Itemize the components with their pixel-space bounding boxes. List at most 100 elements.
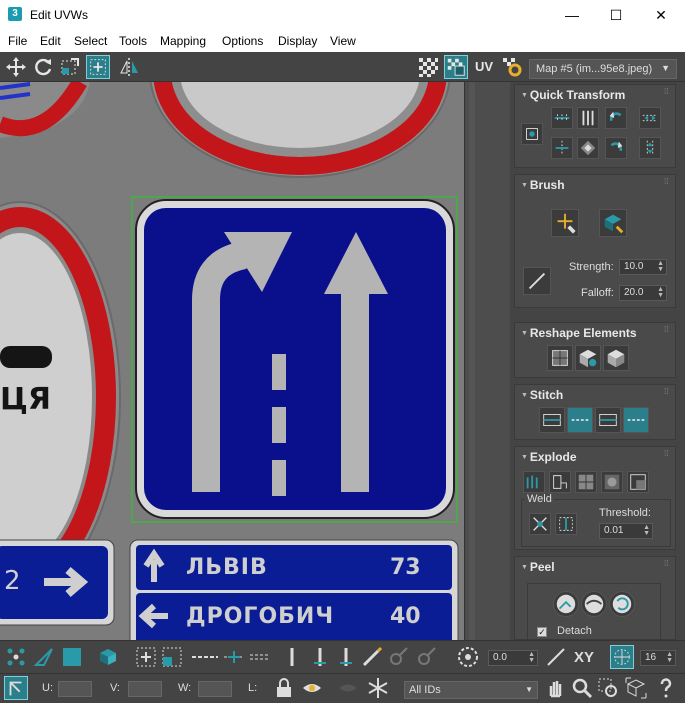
scale-icon[interactable] <box>58 55 82 79</box>
zoom-icon[interactable] <box>570 676 594 700</box>
falloff-spinner[interactable]: 20.0 ▲ ▼ <box>619 285 667 301</box>
paint-shrink-icon[interactable] <box>414 645 438 669</box>
paint-grow-icon[interactable] <box>386 645 410 669</box>
menu-edit[interactable]: Edit <box>40 34 61 48</box>
spinner-arrows-icon[interactable]: ▲ ▼ <box>528 651 535 664</box>
soft-selection-icon[interactable] <box>456 645 480 669</box>
menu-tools[interactable]: Tools <box>119 34 147 48</box>
threshold-spinner[interactable]: 0.01 ▲ ▼ <box>599 523 653 539</box>
spinner-arrows-icon[interactable]: ▲ ▼ <box>643 524 650 537</box>
w-field[interactable] <box>198 681 232 697</box>
quick-peel-icon[interactable] <box>553 591 579 617</box>
absolute-mode-icon[interactable] <box>4 676 28 700</box>
strength-spinner[interactable]: 10.0 ▲ ▼ <box>619 259 667 275</box>
viewport-scrollbar[interactable] <box>464 82 510 640</box>
menu-display[interactable]: Display <box>278 34 317 48</box>
flatten-by-material-icon[interactable] <box>627 471 649 493</box>
shrink-selection-icon[interactable] <box>160 645 184 669</box>
menu-file[interactable]: File <box>8 34 27 48</box>
vertex-mode-icon[interactable] <box>4 645 28 669</box>
stitch-average-icon[interactable] <box>567 407 593 433</box>
select-edge-icon[interactable] <box>308 645 332 669</box>
stitch-settings-icon[interactable] <box>623 407 649 433</box>
straighten-selection-icon[interactable] <box>547 345 573 371</box>
relax-icon[interactable] <box>575 345 601 371</box>
peel-mode-icon[interactable] <box>581 591 607 617</box>
xy-toggle[interactable]: XY <box>574 649 594 666</box>
settings-icon[interactable] <box>500 55 524 79</box>
set-pivot-icon[interactable] <box>521 123 543 145</box>
rollout-title-reshape[interactable]: Reshape Elements <box>521 326 637 340</box>
rollout-title-quick-transform[interactable]: Quick Transform <box>521 88 625 102</box>
paint-select-icon[interactable] <box>360 645 384 669</box>
grow-selection-icon[interactable] <box>134 645 158 669</box>
brush-falloff-icon[interactable] <box>523 267 551 295</box>
weld-target-icon[interactable] <box>555 513 577 535</box>
menu-mapping[interactable]: Mapping <box>160 34 206 48</box>
rollout-title-brush[interactable]: Brush <box>521 178 565 192</box>
rotate-ccw-icon[interactable] <box>605 107 627 129</box>
break-icon[interactable] <box>523 471 545 493</box>
detach-edge-icon[interactable] <box>549 471 571 493</box>
spinner-arrows-icon[interactable]: ▲ ▼ <box>657 260 664 273</box>
uv-viewport[interactable]: ЦЯ 2 ЛЬВІВ 73 ДРОГОБИЧ 40 <box>0 82 464 640</box>
checker-icon[interactable] <box>416 55 440 79</box>
spinner-arrows-icon[interactable]: ▲ ▼ <box>666 651 673 664</box>
freeform-icon[interactable] <box>86 55 110 79</box>
rollout-title-stitch[interactable]: Stitch <box>521 388 563 402</box>
flatten-by-polygon-icon[interactable] <box>575 471 597 493</box>
rollout-title-explode[interactable]: Explode <box>521 450 577 464</box>
stitch-to-target-icon[interactable] <box>539 407 565 433</box>
u-field[interactable] <box>58 681 92 697</box>
close-button[interactable]: ✕ <box>638 0 684 30</box>
falloff-curve-icon[interactable] <box>544 645 568 669</box>
polygon-mode-icon[interactable] <box>60 645 84 669</box>
freeze-eye-icon[interactable] <box>336 676 360 700</box>
angle-spinner[interactable]: 0.0 ▲ ▼ <box>488 650 538 666</box>
zoom-extents-icon[interactable] <box>624 676 648 700</box>
v-field[interactable] <box>128 681 162 697</box>
lock-icon[interactable] <box>272 676 296 700</box>
relax-settings-icon[interactable] <box>603 345 629 371</box>
zoom-region-icon[interactable] <box>596 676 620 700</box>
flatten-by-smoothing-icon[interactable] <box>601 471 623 493</box>
help-icon[interactable] <box>654 676 678 700</box>
freeze-icon[interactable] <box>366 676 390 700</box>
grow-ring-icon[interactable] <box>280 645 304 669</box>
uv-toggle[interactable]: UV <box>472 55 496 79</box>
shrink-ring-icon[interactable] <box>334 645 358 669</box>
rotate-cw-icon[interactable] <box>605 137 627 159</box>
hide-icon[interactable] <box>300 676 324 700</box>
show-map-icon[interactable] <box>444 55 468 79</box>
minimize-button[interactable]: — <box>549 0 595 30</box>
count-spinner[interactable]: 16 ▲ ▼ <box>640 650 676 666</box>
align-vertical-icon[interactable] <box>577 107 599 129</box>
paint-move-icon[interactable] <box>551 209 579 237</box>
align-horizontal-icon[interactable] <box>551 107 573 129</box>
align-to-edge-icon[interactable] <box>551 137 573 159</box>
edge-mode-icon[interactable] <box>32 645 56 669</box>
spinner-arrows-icon[interactable]: ▲ ▼ <box>657 286 664 299</box>
straighten-icon[interactable] <box>577 137 599 159</box>
menu-options[interactable]: Options <box>222 34 263 48</box>
element-mode-icon[interactable] <box>96 645 120 669</box>
map-dropdown[interactable]: Map #5 (im...95e8.jpeg) ▼ <box>529 59 677 79</box>
material-id-dropdown[interactable]: All IDs ▼ <box>404 681 538 699</box>
mirror-icon[interactable] <box>118 55 142 79</box>
loop-icon[interactable] <box>190 645 220 669</box>
rollout-title-peel[interactable]: Peel <box>521 560 555 574</box>
weld-selected-icon[interactable] <box>529 513 551 535</box>
reset-peel-icon[interactable] <box>609 591 635 617</box>
space-vertical-icon[interactable] <box>639 137 661 159</box>
move-icon[interactable] <box>4 55 28 79</box>
menu-select[interactable]: Select <box>74 34 107 48</box>
relax-brush-icon[interactable] <box>599 209 627 237</box>
menu-view[interactable]: View <box>330 34 356 48</box>
space-horizontal-icon[interactable] <box>639 107 661 129</box>
detach-checkbox[interactable]: ✓ <box>537 627 547 637</box>
stitch-to-source-icon[interactable] <box>595 407 621 433</box>
rotate-icon[interactable] <box>31 55 55 79</box>
scrollbar-track[interactable] <box>469 82 475 640</box>
pan-icon[interactable] <box>544 676 568 700</box>
ring-icon[interactable] <box>248 645 272 669</box>
